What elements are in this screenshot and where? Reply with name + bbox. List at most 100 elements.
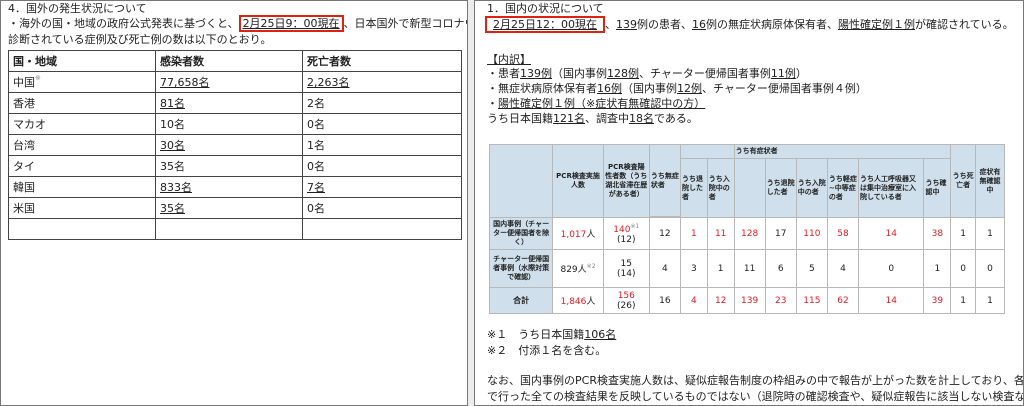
- pcr-unit: 人: [577, 265, 587, 275]
- overseas-heading: 4．国外の発生状況について: [8, 2, 147, 15]
- para1-suffix: 、日本国外で新型コロナウイル: [343, 17, 467, 30]
- cases-link[interactable]: 30名: [155, 134, 303, 156]
- breakdown-positive: ・陽性確定例１例（※症状有無確認中の方）: [487, 97, 705, 111]
- table-row: 香港 81名 2名: [8, 92, 462, 114]
- b1-dom-link[interactable]: 128例: [607, 67, 639, 80]
- summary-text-3: が確認されている。: [915, 18, 1014, 31]
- table-row-cutoff: [8, 218, 462, 240]
- footnote-1: ※１ うち日本国籍106名: [487, 328, 616, 342]
- region-cell: タイ: [8, 155, 156, 177]
- mild-cell: 62: [826, 287, 860, 314]
- sep-text: 、: [605, 18, 616, 31]
- b4-investigating-link[interactable]: 18名: [629, 112, 654, 125]
- b2-dom-link[interactable]: 12例: [677, 82, 702, 95]
- pcr-cell: 1,017人: [552, 217, 604, 250]
- cases-link[interactable]: 833名: [155, 176, 303, 198]
- pcr-unit: 人: [586, 297, 596, 307]
- b1-num-link[interactable]: 139例: [520, 67, 552, 80]
- header-ventilator: うち人工呼吸器又は集中治療室に入院している者: [858, 158, 925, 218]
- pcr-value: 829: [560, 265, 578, 275]
- domestic-summary-line: 2月25日12：00現在 、139例の患者、16例の無症状病原体保有者、陽性確定例…: [485, 16, 1014, 33]
- cases-link[interactable]: 81名: [155, 92, 303, 114]
- deaths-link[interactable]: 7名: [302, 176, 462, 198]
- note1-link[interactable]: 106名: [584, 328, 616, 341]
- deaths-link[interactable]: 2,263名: [302, 71, 462, 93]
- right-document-panel: 1．国内の状況について 2月25日12：00現在 、139例の患者、16例の無症状…: [474, 0, 1024, 406]
- b2-pre: ・無症状病原体保有者: [487, 82, 597, 95]
- death-cell: 0: [950, 249, 976, 288]
- confirming-cell: 39: [923, 287, 952, 314]
- mild-cell: 4: [826, 249, 860, 288]
- cases-link[interactable]: 77,658名: [155, 71, 303, 93]
- region-cell: 中国※: [8, 71, 156, 93]
- b1-charter-link[interactable]: 11例: [771, 67, 796, 80]
- region-cell: マカオ: [8, 113, 156, 135]
- sym-hosp-cell: 110: [795, 217, 828, 250]
- b4-pre: うち日本国籍: [487, 112, 553, 125]
- pcr-cell: 1,846人: [552, 287, 604, 314]
- positive-value: 15: [620, 258, 632, 269]
- sym-disc-cell: 23: [764, 287, 797, 314]
- header-asym-hospitalized: うち入院中の者: [706, 158, 735, 218]
- header-deaths: 死亡者数: [302, 50, 462, 72]
- summary-text-2: 例の無症状病原体保有者、: [706, 18, 838, 31]
- corner-cell: [488, 144, 554, 218]
- note-paragraph-line2: で行った全ての検査結果を反映しているものではない（退院時の確認検査や、疑似症報告…: [487, 390, 1024, 403]
- pcr-note: ※2: [586, 263, 596, 270]
- b4-end: である。: [654, 112, 698, 125]
- left-document-panel: 4．国外の発生状況について ・海外の国・地域の政府公式発表に基づくと、 2月25日…: [0, 0, 468, 406]
- date-highlight-box: 2月25日12：00現在: [485, 16, 605, 33]
- header-asym-discharged: うち退院した者: [679, 158, 708, 218]
- asym-cell: 12: [648, 217, 681, 250]
- note-paragraph-line1: なお、国内事例のPCR検査実施人数は、疑似症報告制度の枠組みの中で報告が上がった…: [487, 374, 1024, 387]
- table-row: タイ 35名 0名: [8, 155, 462, 177]
- sym-cell: 11: [733, 249, 766, 288]
- header-symptomatic: うち有症状者: [733, 144, 952, 159]
- row-label-total: 合計: [488, 287, 554, 314]
- vent-cell: 14: [858, 287, 925, 314]
- cases-link[interactable]: 35名: [155, 197, 303, 219]
- table-row: マカオ 10名 0名: [8, 113, 462, 135]
- positive-link[interactable]: 陽性確定例１例: [838, 18, 915, 31]
- sym-cell: 128: [733, 217, 766, 250]
- b1-mid2: 、チャーター便帰国者事例: [639, 67, 771, 80]
- b4-num-link[interactable]: 121名: [553, 112, 585, 125]
- b2-num-link[interactable]: 16例: [597, 82, 622, 95]
- domestic-stats-table: PCR検査実施人数 PCR検査陽性者数（うち湖北省滞在歴がある者） うち無症状者…: [488, 144, 1006, 314]
- region-name: 中国: [13, 76, 35, 89]
- row-label-charter: チャーター便帰国者事例（水際対策で確認）: [488, 249, 554, 288]
- asym-disc-cell: 4: [679, 287, 708, 314]
- asym-cell: 4: [648, 249, 681, 288]
- b3-positive-link[interactable]: 陽性確定例１例（※症状有無確認中の方）: [498, 97, 705, 110]
- pcr-value: 1,017: [560, 230, 587, 240]
- b4-mid: 、調査中: [585, 112, 629, 125]
- header-sym-blank: [733, 158, 766, 218]
- summary-text-1: 例の患者、: [637, 18, 692, 31]
- table-row: 中国※ 77,658名 2,263名: [8, 71, 462, 93]
- empty-cell: [302, 218, 462, 240]
- mild-cell: 58: [826, 217, 860, 250]
- cases-cell: 10名: [155, 113, 303, 135]
- sym-hosp-cell: 115: [795, 287, 828, 314]
- patients-link[interactable]: 139: [616, 18, 637, 31]
- pcr-value: 1,846: [560, 297, 587, 307]
- breakdown-patients: ・患者139例（国内事例128例、チャーター便帰国者事例11例）: [487, 67, 807, 81]
- sym-hosp-cell: 5: [795, 249, 828, 288]
- deaths-cell: 0名: [302, 155, 462, 177]
- table-row-total: 合計 1,846人 156 (26) 16 4 12 139 23 115 62 …: [488, 287, 1006, 314]
- death-cell: 1: [950, 287, 976, 314]
- deaths-cell: 1名: [302, 134, 462, 156]
- positive-note: ※1: [630, 222, 640, 230]
- b3-pre: ・: [487, 97, 498, 110]
- header-deaths: うち死亡者: [950, 144, 976, 218]
- positive-sub: (26): [617, 300, 636, 311]
- unconfirmed-cell: 0: [974, 249, 1006, 288]
- empty-cell: [8, 218, 156, 240]
- carriers-link[interactable]: 16: [692, 18, 706, 31]
- b1-pre: ・患者: [487, 67, 520, 80]
- deaths-cell: 2名: [302, 92, 462, 114]
- b2-mid: （国内事例: [622, 82, 677, 95]
- footnote-mark: ※: [35, 74, 41, 82]
- pcr-cell: 829人※2: [552, 249, 604, 288]
- sym-disc-cell: 6: [764, 249, 797, 288]
